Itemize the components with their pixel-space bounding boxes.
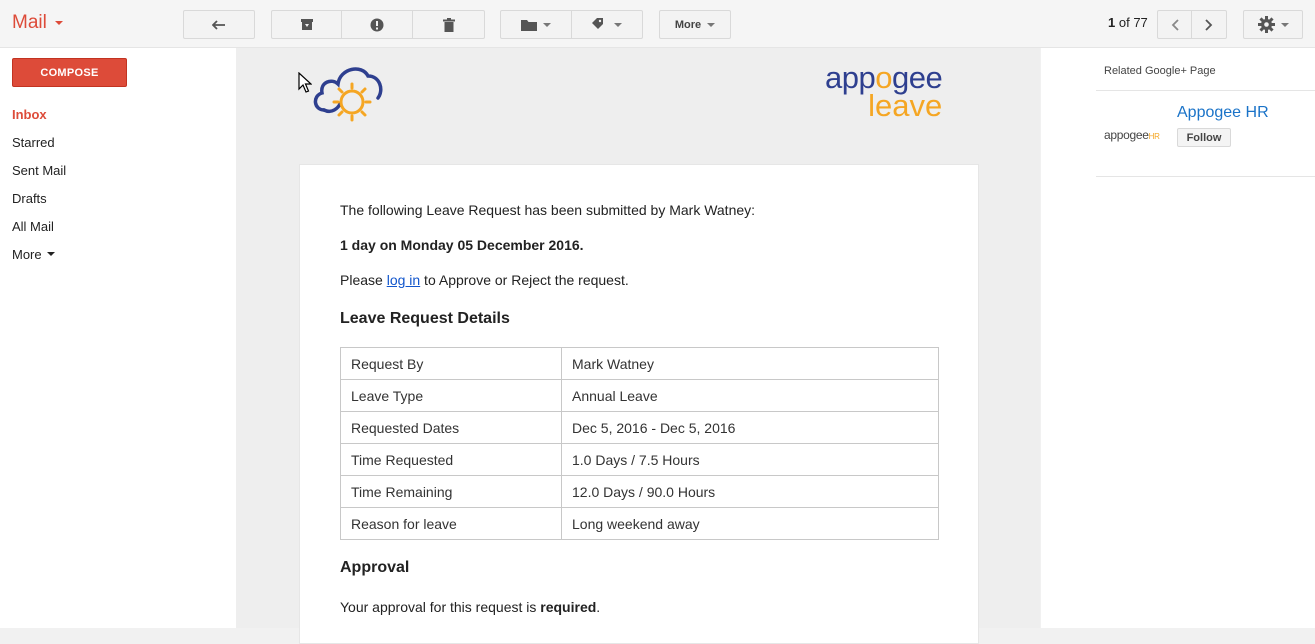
cta-text: Please log in to Approve or Reject the r… xyxy=(340,272,629,288)
mini-logo-suffix: HR xyxy=(1148,132,1160,141)
pagination-counter: 1 of 77 xyxy=(1108,15,1148,30)
detail-label: Reason for leave xyxy=(340,507,562,540)
cloud-sun-logo-icon xyxy=(313,67,383,122)
mail-label: Mail xyxy=(12,12,47,33)
appogee-hr-mini-logo: appogeeHR xyxy=(1104,128,1160,142)
left-navigation: COMPOSE Inbox Starred Sent Mail Drafts A… xyxy=(0,48,236,628)
chevron-down-icon xyxy=(54,21,63,25)
details-heading: Leave Request Details xyxy=(340,310,510,327)
approval-heading: Approval xyxy=(340,559,410,576)
detail-value: 1.0 Days / 7.5 Hours xyxy=(561,443,939,476)
cta-suffix: to Approve or Reject the request. xyxy=(420,272,629,288)
approval-suffix: . xyxy=(596,599,601,615)
follow-button[interactable]: Follow xyxy=(1177,128,1231,147)
nav-item-label: Starred xyxy=(12,134,55,150)
pager-of: of xyxy=(1118,15,1130,30)
trash-icon xyxy=(442,17,455,32)
nav-item-label: All Mail xyxy=(12,218,54,234)
table-row: Request By Mark Watney xyxy=(340,347,939,380)
delete-button[interactable] xyxy=(412,10,485,39)
spam-icon xyxy=(370,18,384,31)
newer-button[interactable] xyxy=(1157,10,1192,39)
archive-icon xyxy=(300,19,313,30)
leave-summary: 1 day on Monday 05 December 2016. xyxy=(340,237,584,253)
gear-icon xyxy=(1257,16,1275,33)
nav-item-drafts[interactable]: Drafts xyxy=(12,184,66,212)
back-button[interactable] xyxy=(183,10,255,39)
mail-menu[interactable]: Mail xyxy=(12,12,63,34)
detail-label: Leave Type xyxy=(340,379,562,412)
table-row: Reason for leave Long weekend away xyxy=(340,507,939,540)
chevron-right-icon xyxy=(1205,18,1213,31)
nav-item-starred[interactable]: Starred xyxy=(12,128,66,156)
approval-text: Your approval for this request is requir… xyxy=(340,599,600,615)
nav-item-more[interactable]: More xyxy=(12,240,66,268)
detail-label: Time Remaining xyxy=(340,475,562,508)
back-arrow-icon xyxy=(212,19,225,30)
pager-total: 77 xyxy=(1133,15,1148,30)
table-row: Requested Dates Dec 5, 2016 - Dec 5, 2016 xyxy=(340,411,939,444)
compose-button[interactable]: COMPOSE xyxy=(12,58,127,87)
chevron-left-icon xyxy=(1171,18,1179,31)
divider xyxy=(1096,176,1315,177)
nav-item-sent-mail[interactable]: Sent Mail xyxy=(12,156,66,184)
mouse-pointer-icon xyxy=(298,72,312,93)
brand-line-2: leave xyxy=(868,88,943,123)
approval-required: required xyxy=(540,599,597,615)
divider xyxy=(1096,90,1315,91)
label-tag-icon xyxy=(592,17,603,29)
top-toolbar: Mail More 1 of 77 xyxy=(0,0,1315,48)
table-row: Leave Type Annual Leave xyxy=(340,379,939,412)
chevron-down-icon xyxy=(707,22,716,27)
mini-logo-text: appogee xyxy=(1104,128,1149,142)
nav-item-label: Inbox xyxy=(12,106,47,122)
settings-button[interactable] xyxy=(1243,10,1303,39)
chevron-down-icon xyxy=(543,22,551,27)
chevron-down-icon xyxy=(1280,22,1289,27)
archive-button[interactable] xyxy=(271,10,342,39)
move-to-button[interactable] xyxy=(500,10,572,39)
nav-item-label: More xyxy=(12,246,42,262)
more-actions-button[interactable]: More xyxy=(659,10,731,39)
more-actions-label: More xyxy=(674,18,702,31)
folder-icon xyxy=(521,19,537,31)
detail-value: 12.0 Days / 90.0 Hours xyxy=(561,475,939,508)
chevron-down-icon xyxy=(614,22,622,27)
message-area: appogee leave The following Leave Reques… xyxy=(236,48,1040,644)
labels-button[interactable] xyxy=(571,10,643,39)
related-page-name[interactable]: Appogee HR xyxy=(1177,104,1269,122)
detail-value: Dec 5, 2016 - Dec 5, 2016 xyxy=(561,411,939,444)
appogee-leave-logo: appogee leave xyxy=(825,62,943,123)
nav-item-all-mail[interactable]: All Mail xyxy=(12,212,66,240)
detail-value: Long weekend away xyxy=(561,507,939,540)
report-spam-button[interactable] xyxy=(341,10,413,39)
detail-label: Requested Dates xyxy=(340,411,562,444)
chevron-down-icon xyxy=(46,252,55,256)
detail-value: Annual Leave xyxy=(561,379,939,412)
older-button[interactable] xyxy=(1191,10,1227,39)
detail-label: Time Requested xyxy=(340,443,562,476)
pager-current: 1 xyxy=(1108,15,1116,30)
login-link[interactable]: log in xyxy=(387,272,420,288)
table-row: Time Requested 1.0 Days / 7.5 Hours xyxy=(340,443,939,476)
approval-prefix: Your approval for this request is xyxy=(340,599,541,615)
table-row: Time Remaining 12.0 Days / 90.0 Hours xyxy=(340,475,939,508)
nav-item-label: Sent Mail xyxy=(12,162,67,178)
related-page-label: Related Google+ Page xyxy=(1104,65,1216,77)
folder-list: Inbox Starred Sent Mail Drafts All Mail … xyxy=(12,100,66,268)
nav-item-label: Drafts xyxy=(12,190,47,206)
detail-value: Mark Watney xyxy=(561,347,939,380)
leave-details-table: Request By Mark Watney Leave Type Annual L… xyxy=(340,347,939,540)
detail-label: Request By xyxy=(340,347,562,380)
intro-text: The following Leave Request has been sub… xyxy=(340,202,756,218)
cta-prefix: Please xyxy=(340,272,387,288)
email-card: The following Leave Request has been sub… xyxy=(299,164,979,644)
right-panel: Related Google+ Page appogeeHR Appogee H… xyxy=(1041,48,1315,628)
nav-item-inbox[interactable]: Inbox xyxy=(12,100,66,128)
